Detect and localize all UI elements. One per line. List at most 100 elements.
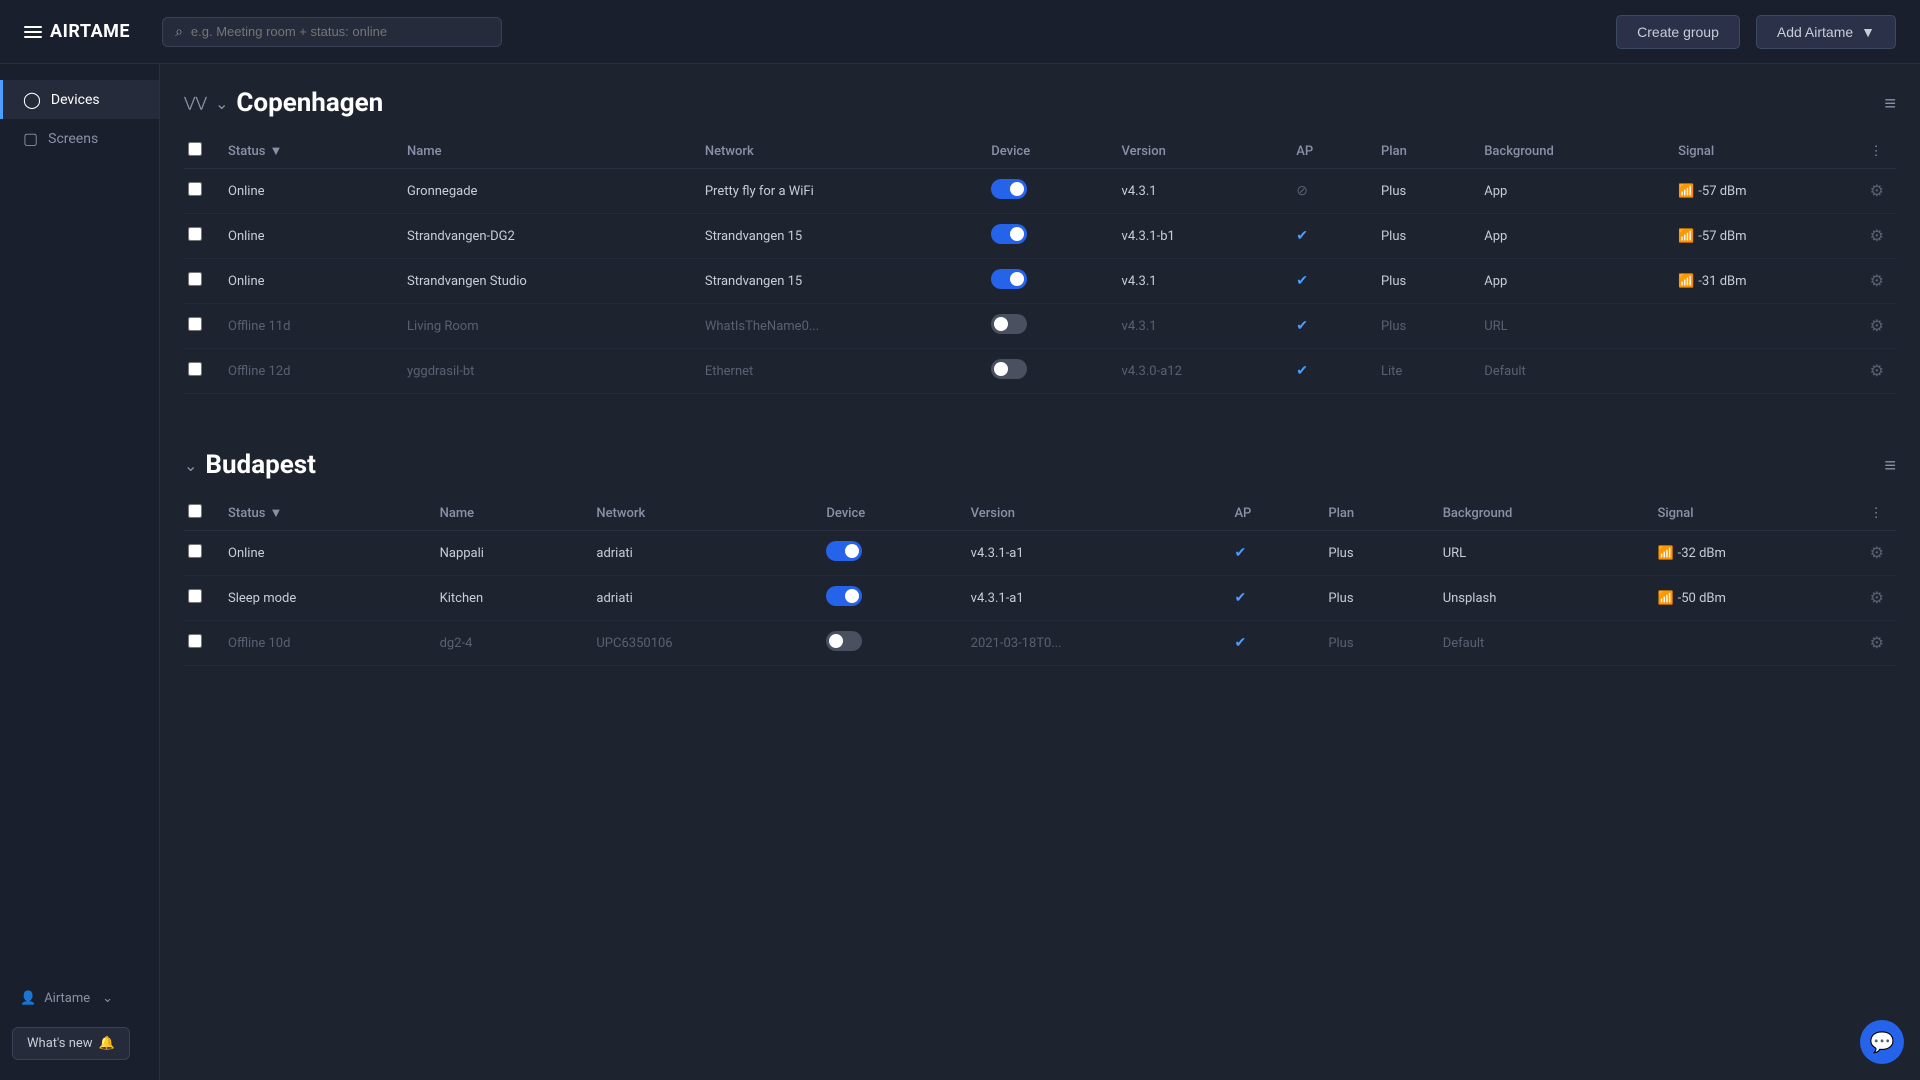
device-network: adriati	[584, 531, 814, 576]
sidebar: ◯ Devices ▢ Screens	[0, 64, 160, 1080]
device-toggle[interactable]	[991, 224, 1027, 244]
table-row: Offline 10ddg2-4UPC63501062021-03-18T0..…	[184, 621, 1896, 666]
device-background: Default	[1431, 621, 1646, 666]
device-name: dg2-4	[428, 621, 585, 666]
col-status-header: Status ▼	[216, 134, 395, 169]
collapse-icon-budapest[interactable]: ⌄	[184, 456, 197, 475]
ap-check-icon: ✔	[1296, 363, 1308, 379]
device-network: adriati	[584, 576, 814, 621]
col-more-header: ⋮	[1858, 134, 1896, 169]
device-settings-button[interactable]: ⚙	[1870, 633, 1884, 653]
device-toggle[interactable]	[991, 359, 1027, 379]
device-settings-button[interactable]: ⚙	[1870, 361, 1884, 381]
select-all-checkbox-budapest[interactable]	[188, 504, 202, 518]
whats-new-button[interactable]: What's new 🔔	[12, 1027, 130, 1060]
device-signal: 📶-57 dBm	[1666, 214, 1858, 259]
device-plan: Plus	[1316, 621, 1430, 666]
device-settings-cell: ⚙	[1858, 531, 1896, 576]
col-name-header-budapest: Name	[428, 496, 585, 531]
device-settings-button[interactable]: ⚙	[1870, 226, 1884, 246]
col-network-header-budapest: Network	[584, 496, 814, 531]
device-settings-cell: ⚙	[1858, 349, 1896, 394]
row-checkbox[interactable]	[188, 634, 202, 648]
group-menu-button-copenhagen[interactable]: ≡	[1884, 91, 1896, 116]
device-settings-button[interactable]: ⚙	[1870, 316, 1884, 336]
device-toggle-cell	[979, 304, 1109, 349]
chevron-down-icon-footer: ⌄	[102, 991, 113, 1006]
collapse-icon-copenhagen[interactable]: ⌄	[215, 94, 228, 113]
double-collapse-icon[interactable]: ⋁⋁	[184, 95, 207, 111]
device-network: Strandvangen 15	[693, 259, 979, 304]
device-version: v4.3.0-a12	[1110, 349, 1285, 394]
device-toggle[interactable]	[991, 269, 1027, 289]
sidebar-screens-label: Screens	[48, 131, 98, 147]
create-group-button[interactable]: Create group	[1616, 15, 1740, 49]
table-row: Offline 12dyggdrasil-btEthernetv4.3.0-a1…	[184, 349, 1896, 394]
device-name: Strandvangen-DG2	[395, 214, 693, 259]
bell-icon: 🔔	[99, 1036, 115, 1051]
device-version: v4.3.1-a1	[959, 531, 1223, 576]
chat-button[interactable]: 💬	[1860, 1020, 1904, 1064]
status-filter-budapest[interactable]: Status ▼	[228, 505, 416, 521]
device-settings-button[interactable]: ⚙	[1870, 271, 1884, 291]
device-toggle[interactable]	[991, 179, 1027, 199]
device-toggle[interactable]	[826, 631, 862, 651]
logo: AIRTAME	[24, 21, 130, 42]
device-settings-cell: ⚙	[1858, 576, 1896, 621]
row-checkbox[interactable]	[188, 544, 202, 558]
device-status: Offline 12d	[216, 349, 395, 394]
sidebar-footer[interactable]: 👤 Airtame ⌄	[0, 981, 160, 1016]
device-background: App	[1472, 169, 1666, 214]
device-toggle[interactable]	[826, 541, 862, 561]
device-signal	[1666, 349, 1858, 394]
device-version: v4.3.1-a1	[959, 576, 1223, 621]
device-background: Unsplash	[1431, 576, 1646, 621]
chevron-down-icon: ▼	[1861, 24, 1875, 40]
device-status: Online	[216, 259, 395, 304]
device-settings-button[interactable]: ⚙	[1870, 543, 1884, 563]
device-toggle[interactable]	[826, 586, 862, 606]
device-version: v4.3.1	[1110, 169, 1285, 214]
row-checkbox[interactable]	[188, 182, 202, 196]
add-airtame-button[interactable]: Add Airtame ▼	[1756, 15, 1896, 49]
row-checkbox[interactable]	[188, 589, 202, 603]
wifi-icon: 📶	[1678, 229, 1694, 244]
device-icon: ◯	[23, 90, 41, 109]
col-checkbox-budapest	[184, 496, 216, 531]
device-toggle-cell	[814, 621, 958, 666]
topbar: AIRTAME ⌕ Create group Add Airtame ▼	[0, 0, 1920, 64]
group-header-budapest: ⌄ Budapest ≡	[184, 426, 1896, 496]
group-budapest: ⌄ Budapest ≡ Status ▼ Name	[184, 426, 1896, 666]
table-row: OnlineStrandvangen StudioStrandvangen 15…	[184, 259, 1896, 304]
device-name: Living Room	[395, 304, 693, 349]
device-toggle[interactable]	[991, 314, 1027, 334]
row-checkbox[interactable]	[188, 317, 202, 331]
row-checkbox[interactable]	[188, 272, 202, 286]
device-version: v4.3.1	[1110, 304, 1285, 349]
device-settings-cell: ⚙	[1858, 621, 1896, 666]
device-background: URL	[1472, 304, 1666, 349]
device-settings-button[interactable]: ⚙	[1870, 588, 1884, 608]
row-checkbox[interactable]	[188, 227, 202, 241]
col-more-header-budapest: ⋮	[1858, 496, 1896, 531]
group-header-copenhagen: ⋁⋁ ⌄ Copenhagen ≡	[184, 64, 1896, 134]
chat-icon: 💬	[1870, 1030, 1895, 1054]
sidebar-item-devices[interactable]: ◯ Devices	[0, 80, 159, 119]
sidebar-item-screens[interactable]: ▢ Screens	[0, 119, 159, 158]
group-menu-button-budapest[interactable]: ≡	[1884, 453, 1896, 478]
device-toggle-cell	[979, 349, 1109, 394]
device-network: WhatIsTheName0...	[693, 304, 979, 349]
search-input[interactable]	[191, 24, 489, 39]
select-all-checkbox-copenhagen[interactable]	[188, 142, 202, 156]
whats-new-label: What's new	[27, 1036, 93, 1051]
device-status: Online	[216, 214, 395, 259]
ap-check-icon: ✔	[1234, 590, 1246, 606]
table-header-row: Status ▼ Name Network Device Version AP …	[184, 134, 1896, 169]
device-settings-button[interactable]: ⚙	[1870, 181, 1884, 201]
col-version-header: Version	[1110, 134, 1285, 169]
wifi-icon: 📶	[1657, 546, 1673, 561]
search-box[interactable]: ⌕	[162, 17, 502, 47]
row-checkbox[interactable]	[188, 362, 202, 376]
status-filter[interactable]: Status ▼	[228, 143, 383, 159]
device-network: Strandvangen 15	[693, 214, 979, 259]
